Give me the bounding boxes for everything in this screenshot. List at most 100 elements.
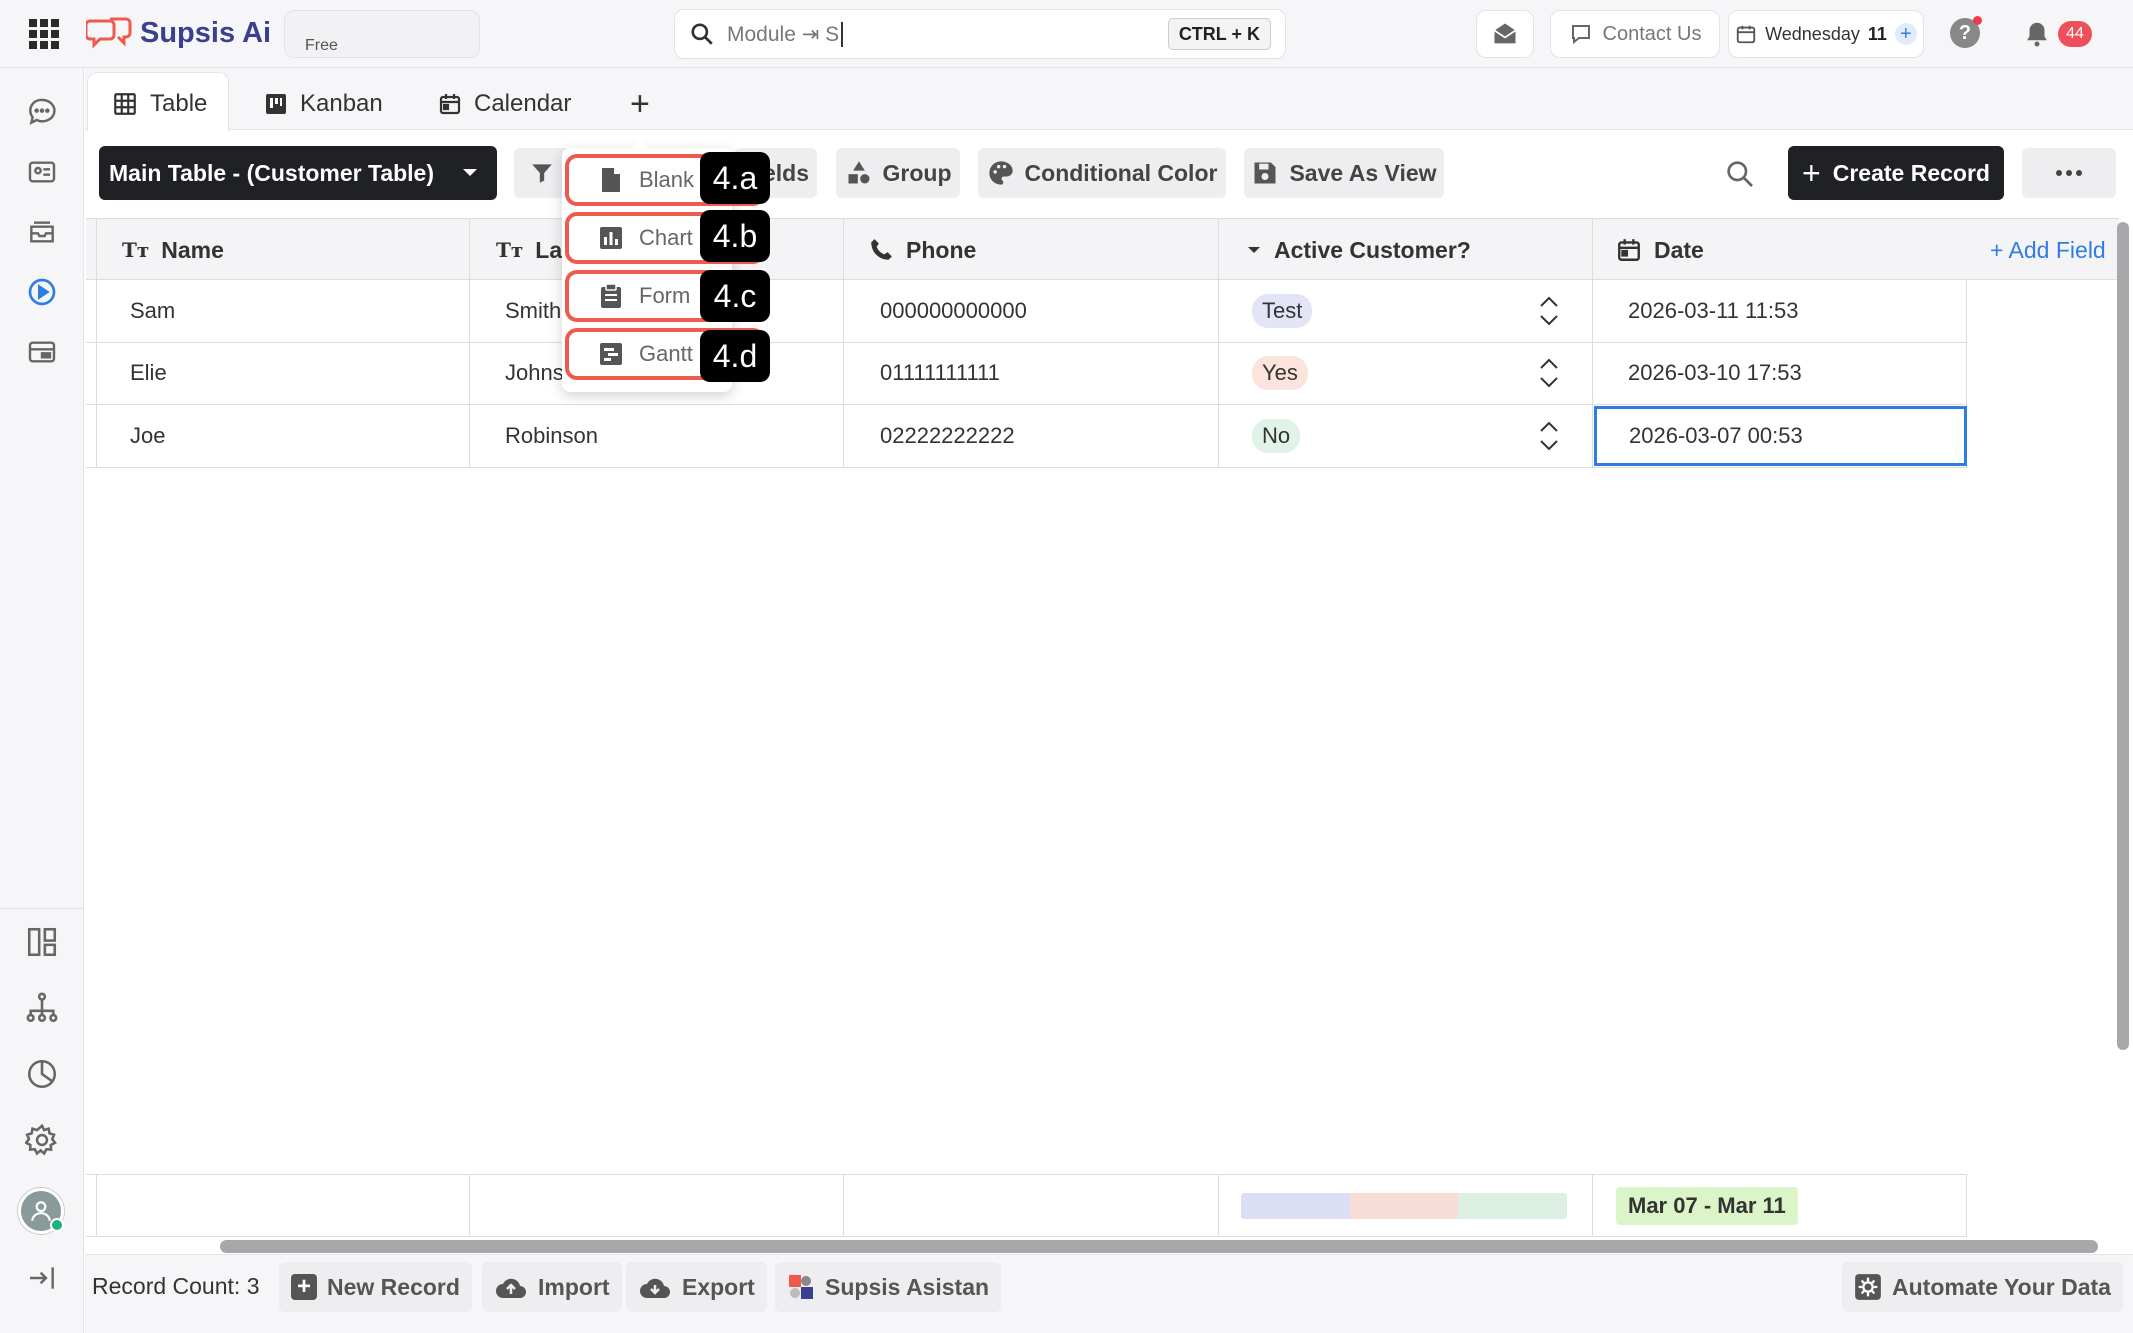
caret-down-icon [1248, 247, 1260, 253]
inbox-button[interactable] [1476, 10, 1534, 58]
add-square-icon: + [291, 1273, 317, 1300]
import-label: Import [538, 1273, 610, 1300]
tab-calendar[interactable]: Calendar [438, 78, 571, 130]
cell-lastname[interactable]: Smith [505, 280, 561, 342]
search-input[interactable]: Module ⇥ S [727, 21, 844, 47]
sort-arrows-icon[interactable] [1538, 419, 1560, 453]
import-button[interactable]: Import [482, 1262, 622, 1312]
calendar-icon [439, 94, 461, 115]
status-badge: No [1252, 419, 1301, 453]
plan-box[interactable]: Free [284, 10, 480, 58]
help-alert-dot [1973, 16, 1982, 25]
inbox-tray-icon[interactable] [22, 212, 62, 252]
export-button[interactable]: Export [626, 1262, 767, 1312]
col-divider [1966, 1174, 1967, 1237]
column-header-name[interactable]: Tт Name [122, 220, 224, 280]
shapes-icon [848, 161, 869, 184]
create-record-button[interactable]: + Create Record [1788, 146, 2004, 200]
user-silhouette-icon [31, 1201, 51, 1221]
document-icon [602, 168, 620, 192]
date-widget[interactable]: Wednesday 11 + [1728, 10, 1924, 58]
pie-chart-icon[interactable] [22, 1054, 62, 1094]
add-event-icon[interactable]: + [1894, 23, 1917, 45]
column-header-active[interactable]: Active Customer? [1246, 220, 1471, 280]
distribution-segment-test [1241, 1193, 1350, 1219]
cell-date-selected[interactable]: 2026-03-07 00:53 [1594, 406, 1967, 466]
shortcut-badge: CTRL + K [1167, 18, 1271, 50]
supsis-asistan-button[interactable]: Supsis Asistan [775, 1262, 1002, 1312]
apps-grid-icon[interactable] [28, 18, 60, 50]
tab-kanban[interactable]: Kanban [264, 78, 383, 130]
cell-active[interactable]: Test [1252, 280, 1582, 342]
tab-kanban-label: Kanban [300, 90, 383, 117]
table-select-label: Main Table - (Customer Table) [109, 159, 435, 186]
text-type-icon: Tт [122, 238, 150, 262]
date-range-badge: Mar 07 - Mar 11 [1616, 1187, 1798, 1225]
save-as-view-button[interactable]: Save As View [1244, 148, 1444, 198]
create-record-label: Create Record [1832, 159, 1990, 186]
hierarchy-icon[interactable] [22, 988, 62, 1028]
status-badge: Test [1252, 294, 1313, 328]
menu-item-chart-label: Chart [639, 225, 693, 250]
tab-calendar-label: Calendar [474, 90, 572, 117]
sort-arrows-icon[interactable] [1538, 294, 1560, 328]
new-record-button[interactable]: + New Record [279, 1262, 472, 1312]
cell-phone[interactable]: 01111111111 [880, 342, 1000, 404]
automate-data-label: Automate Your Data [1892, 1273, 2111, 1300]
column-header-phone-label: Phone [906, 236, 977, 263]
chevron-down-icon [463, 169, 477, 176]
layout-panels-icon[interactable] [22, 922, 62, 962]
tab-table[interactable]: Table [112, 78, 207, 130]
cell-lastname[interactable]: Johns [505, 342, 564, 404]
menu-tag-form: 4.c [700, 270, 770, 322]
column-header-date[interactable]: Date [1616, 220, 1704, 280]
vertical-scrollbar[interactable] [2117, 222, 2129, 1050]
table-search-icon[interactable] [1724, 158, 1756, 190]
cell-date[interactable]: 2026-03-10 17:53 [1628, 342, 1802, 404]
sort-arrows-icon[interactable] [1538, 356, 1560, 390]
settings-gear-icon[interactable] [22, 1120, 62, 1160]
horizontal-scrollbar[interactable] [220, 1240, 2098, 1253]
conditional-color-button[interactable]: Conditional Color [978, 148, 1226, 198]
col-divider [469, 218, 470, 468]
cell-name[interactable]: Joe [130, 405, 165, 467]
automate-data-button[interactable]: Automate Your Data [1842, 1262, 2123, 1312]
play-circle-icon[interactable] [22, 272, 62, 312]
column-header-phone[interactable]: Phone [868, 220, 976, 280]
group-label: Group [882, 159, 952, 186]
collapse-sidebar-icon[interactable] [22, 1258, 62, 1298]
table-select-dropdown[interactable]: Main Table - (Customer Table) [99, 146, 497, 200]
contact-card-icon[interactable] [22, 152, 62, 192]
cell-phone[interactable]: 000000000000 [880, 280, 1027, 342]
bell-icon[interactable] [2022, 19, 2052, 49]
kanban-icon [266, 94, 286, 114]
column-header-active-label: Active Customer? [1274, 236, 1471, 263]
menu-pointer [630, 138, 650, 150]
app-logo[interactable]: Supsis Ai [86, 12, 271, 54]
col-divider [96, 218, 97, 468]
status-badge: Yes [1252, 356, 1308, 390]
floppy-disk-icon [1254, 162, 1276, 184]
cell-date[interactable]: 2026-03-11 11:53 [1628, 280, 1798, 342]
cell-active[interactable]: Yes [1252, 342, 1582, 404]
cell-lastname[interactable]: Robinson [505, 405, 598, 467]
cell-name[interactable]: Elie [130, 342, 167, 404]
tabs-bar [85, 68, 2133, 130]
group-button[interactable]: Group [836, 148, 960, 198]
date-number: 11 [1867, 23, 1887, 44]
cloud-download-icon [640, 1278, 670, 1298]
chat-bubble-icon[interactable] [22, 92, 62, 132]
contact-us-button[interactable]: Contact Us [1550, 10, 1720, 58]
cell-active[interactable]: No [1252, 405, 1582, 467]
browser-window-icon[interactable] [22, 332, 62, 372]
add-view-button[interactable]: + [630, 78, 650, 130]
gantt-icon [600, 343, 622, 365]
more-options-button[interactable] [2022, 148, 2116, 198]
cell-name[interactable]: Sam [130, 280, 175, 342]
cell-phone[interactable]: 02222222222 [880, 405, 1015, 467]
data-table [86, 218, 2119, 1238]
add-field-button[interactable]: + Add Field [1990, 220, 2106, 280]
plan-label: Free [305, 37, 338, 54]
search-box[interactable]: Module ⇥ S CTRL + K [674, 9, 1286, 59]
conditional-color-label: Conditional Color [1024, 159, 1218, 186]
